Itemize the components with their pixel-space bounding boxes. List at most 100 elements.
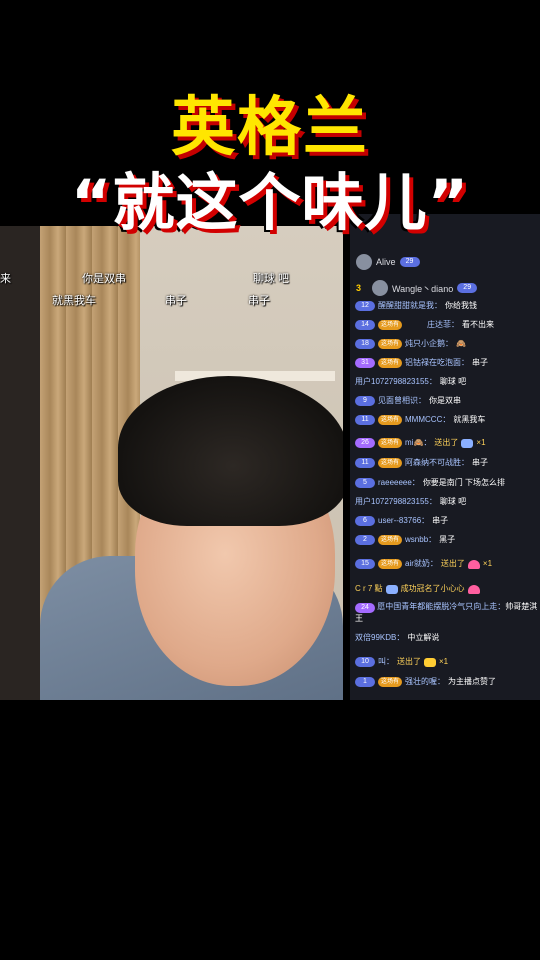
chat-username[interactable]: MMMCCC： <box>405 414 450 426</box>
streamer-hair <box>118 376 343 526</box>
chat-message[interactable]: 31 这场有 铝钴禄在吃泡面： 串子 <box>355 357 539 369</box>
chat-message[interactable]: 10 叫： 送出了 ×1 <box>355 656 539 668</box>
chat-username[interactable]: 双倍99KDB： <box>355 632 404 644</box>
chat-text: 你是双串 <box>429 396 461 405</box>
chat-message[interactable]: 11 这场有 阿森纳不可战胜： 串子 <box>355 457 539 469</box>
chat-message[interactable]: 6 user--83766： 串子 <box>355 515 539 527</box>
level-badge: 31 <box>355 358 375 368</box>
chat-username[interactable]: raeeeeee： <box>378 477 420 489</box>
chat-text: 就黑我车 <box>453 415 486 424</box>
chat-text: 串子 <box>472 458 489 467</box>
headline: 英格兰 “就这个味儿” <box>0 90 540 240</box>
chat-message[interactable]: 15 这场有 air就奶： 送出了 ×1 <box>355 558 539 570</box>
rank-username: Wangle丶diano <box>392 283 454 294</box>
chat-message[interactable]: 用户1072798823155： 聊球 吧 <box>355 376 539 388</box>
chat-message[interactable]: 26 这场有 mi🙈： 送出了 ×1 <box>355 437 539 449</box>
chat-text: 看不出来 <box>462 320 495 329</box>
chat-panel[interactable]: Alive 29 3 Wangle丶diano 29 12 醒醒甜甜就是我： 你… <box>350 214 540 700</box>
chat-message[interactable]: 14 这场有 庄达菲： 看不出来 <box>355 319 539 331</box>
chat-message[interactable]: 用户1072798823155： 聊球 吧 <box>355 496 539 508</box>
chat-username[interactable]: 见面曾相识： <box>378 395 426 407</box>
danmaku-comment: 来 <box>0 273 11 285</box>
chat-username[interactable]: 用户1072798823155： <box>355 496 437 508</box>
level-badge: 24 <box>355 603 375 613</box>
chat-username[interactable]: user--83766： <box>378 515 429 527</box>
chat-username[interactable]: 庄达菲： <box>427 319 459 331</box>
fan-badge: 这场有 <box>378 438 403 448</box>
live-video[interactable]: 来 你是双串 聊球 吧 就黑我车 串子 串子 <box>0 226 343 700</box>
level-badge: 1 <box>355 677 375 687</box>
level-badge: 29 <box>457 283 478 293</box>
chat-text: 送出了 <box>397 657 421 666</box>
chat-message[interactable]: 5 raeeeeee： 你要是南门 下场怎么排 <box>355 477 539 489</box>
chat-text: 聊球 吧 <box>439 377 467 386</box>
chat-username[interactable]: wsnbb： <box>405 534 436 546</box>
chat-message[interactable]: 18 这场有 炖只小企鹅： 🙈 <box>355 338 539 350</box>
chat-text: 送出了 <box>434 438 459 447</box>
chat-text: 串子 <box>432 516 449 525</box>
chat-username[interactable]: mi🙈： <box>405 437 431 449</box>
chat-username[interactable]: 愿中国青年都能摆脱冷气只向上走： <box>377 602 505 611</box>
gift-icon <box>461 438 474 448</box>
chat-text: 串子 <box>472 358 489 367</box>
rank-row[interactable]: Alive 29 <box>356 254 420 270</box>
fan-badge: 这场有 <box>378 358 403 368</box>
danmaku-comment: 串子 <box>165 295 187 307</box>
chat-message[interactable]: 1 这场有 强壮的喔： 为主播点赞了 <box>355 676 539 688</box>
chat-message[interactable]: 24 愿中国青年都能摆脱冷气只向上走：帅哥楚淇王 <box>355 601 539 625</box>
gift-icon <box>424 657 436 667</box>
chat-text: 送出了 <box>440 559 465 568</box>
level-badge: 9 <box>355 396 375 406</box>
chat-text: 成功冠名了小心心 <box>400 584 465 593</box>
fan-badge: 这场有 <box>378 677 403 687</box>
chat-message[interactable]: 9 见面曾相识： 你是双串 <box>355 395 539 407</box>
level-badge: 11 <box>355 458 375 468</box>
level-badge: 15 <box>355 559 375 569</box>
rank-number: 3 <box>356 283 362 293</box>
heart-gift-icon <box>467 559 480 569</box>
chat-username[interactable]: C r 7 點 <box>355 583 383 595</box>
chat-username[interactable]: 强壮的喔： <box>405 676 445 688</box>
chat-username[interactable]: 用户1072798823155： <box>355 376 437 388</box>
level-badge: 18 <box>355 339 375 349</box>
chat-message[interactable]: 12 醒醒甜甜就是我： 你给我钱 <box>355 300 539 312</box>
chat-text: 聊球 吧 <box>439 497 467 506</box>
chat-text: 为主播点赞了 <box>448 677 497 686</box>
headline-title: 英格兰 <box>171 91 369 165</box>
chat-text: 🙈 <box>456 339 466 348</box>
fan-badge: 这场有 <box>378 415 403 425</box>
chat-username[interactable]: 铝钴禄在吃泡面： <box>405 357 469 369</box>
chat-username[interactable]: 叫： <box>378 656 394 668</box>
chat-username[interactable]: 阿森纳不可战胜： <box>405 457 469 469</box>
chat-username[interactable]: 醒醒甜甜就是我： <box>378 300 442 312</box>
rank-row[interactable]: 3 Wangle丶diano 29 <box>356 280 478 296</box>
gift-count: ×1 <box>476 438 486 447</box>
chat-text: 你给我钱 <box>445 301 477 310</box>
fan-badge: 这场有 <box>378 320 403 330</box>
gift-count: ×1 <box>482 559 493 568</box>
chat-text: 你要是南门 下场怎么排 <box>422 478 506 487</box>
level-badge: 6 <box>355 516 375 526</box>
avatar <box>356 254 372 270</box>
fan-badge: 这场有 <box>378 535 403 545</box>
danmaku-comment: 串子 <box>248 295 270 307</box>
chat-username[interactable]: air就奶： <box>405 558 438 570</box>
danmaku-comment: 你是双串 <box>82 273 126 285</box>
chat-message[interactable]: 双倍99KDB： 中立解说 <box>355 632 539 644</box>
chat-message[interactable]: C r 7 點 成功冠名了小心心 <box>355 583 539 595</box>
avatar <box>372 280 388 296</box>
level-badge: 26 <box>355 438 375 448</box>
video-edge <box>0 226 40 700</box>
fan-badge: 这场有 <box>378 559 403 569</box>
level-badge: 5 <box>355 478 375 488</box>
chat-message[interactable]: 2 这场有 wsnbb： 黑子 <box>355 534 539 546</box>
headline-subtitle: “就这个味儿” <box>70 166 470 239</box>
level-badge: 29 <box>399 257 420 267</box>
chat-username[interactable]: 炖只小企鹅： <box>405 338 453 350</box>
rank-username: Alive <box>376 257 396 267</box>
chat-text: 中立解说 <box>407 633 440 642</box>
level-badge: 11 <box>355 415 375 425</box>
level-badge: 14 <box>355 320 375 330</box>
chat-message[interactable]: 11 这场有 MMMCCC： 就黑我车 <box>355 414 539 426</box>
fan-badge: 这场有 <box>378 339 403 349</box>
